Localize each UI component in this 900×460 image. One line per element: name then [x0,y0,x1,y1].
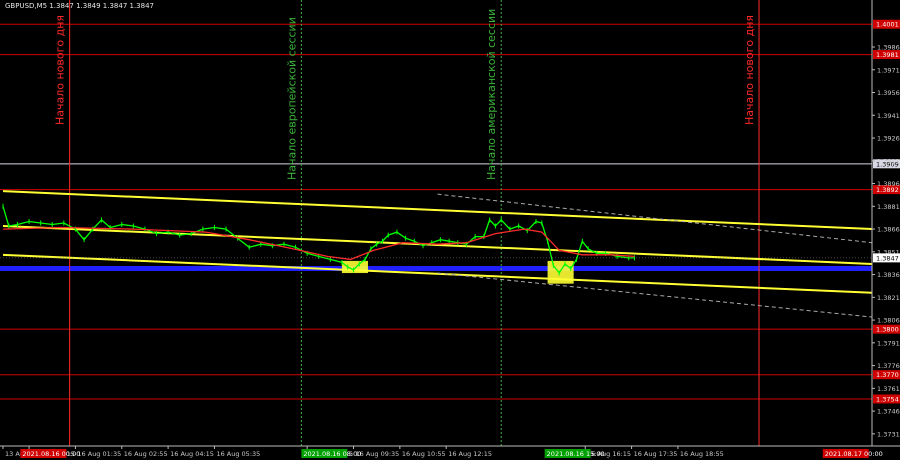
x-tick-label: 16 Aug 01:35 [77,450,121,458]
y-tick-label: 1.3896 [877,180,900,188]
signal-box [547,260,574,284]
y-tick-label: 1.3791 [877,339,900,347]
y-tick-label: 1.3866 [877,226,900,234]
vertical-marker-label: Начало нового дня [54,15,67,125]
level-price-label: 1.3754 [876,395,899,403]
y-tick-label: 1.3971 [877,66,900,74]
y-tick-label: 1.3761 [877,385,900,393]
signal-box [341,260,368,274]
level-price-label: 1.3981 [876,51,899,59]
symbol-header: GBPUSD,M5 1.3847 1.3849 1.3847 1.3847 [5,2,154,10]
x-tick-label: 16 Aug 12:15 [448,450,492,458]
y-tick-label: 1.3941 [877,112,900,120]
vertical-marker-label: Начало американской сессии [485,9,498,180]
y-tick-label: 1.3776 [877,362,900,370]
x-tick-label: 16 Aug 02:55 [124,450,168,458]
x-tick-label: 16 Aug 18:55 [680,450,724,458]
current-price-label: 1.3847 [876,254,899,262]
level-price-label: 1.3770 [876,371,899,379]
x-tick-label: 16 Aug 17:35 [634,450,678,458]
y-tick-label: 1.3881 [877,203,900,211]
vertical-marker-label: Начало европейской сессии [285,17,298,180]
y-tick-label: 1.3806 [877,317,900,325]
y-tick-label: 1.3746 [877,408,900,416]
level-price-label: 1.4001 [876,21,899,29]
vertical-marker-label: Начало нового дня [743,15,756,125]
x-tick-label: 16 Aug 04:15 [170,450,214,458]
x-highlight-label: 2021.08.17 00:00 [825,450,883,458]
x-highlight-label: 2021.08.16 08:00 [303,450,361,458]
x-highlight-label: 2021.08.16 00:00 [22,450,80,458]
x-tick-label: 16 Aug 09:35 [355,450,399,458]
y-tick-label: 1.3836 [877,271,900,279]
y-tick-label: 1.3986 [877,43,900,51]
chart-background [0,0,900,460]
x-highlight-label: 2021.08.16 15:00 [547,450,605,458]
y-tick-label: 1.3926 [877,135,900,143]
level-price-label: 1.3800 [876,326,899,334]
y-tick-label: 1.3911 [877,157,900,165]
y-tick-label: 1.3821 [877,294,900,302]
price-chart: 1.40011.39811.39091.38921.38001.37701.37… [0,0,900,460]
y-tick-label: 1.3731 [877,430,900,438]
x-tick-label: 16 Aug 05:35 [216,450,260,458]
y-tick-label: 1.3956 [877,89,900,97]
x-tick-label: 16 Aug 10:55 [402,450,446,458]
